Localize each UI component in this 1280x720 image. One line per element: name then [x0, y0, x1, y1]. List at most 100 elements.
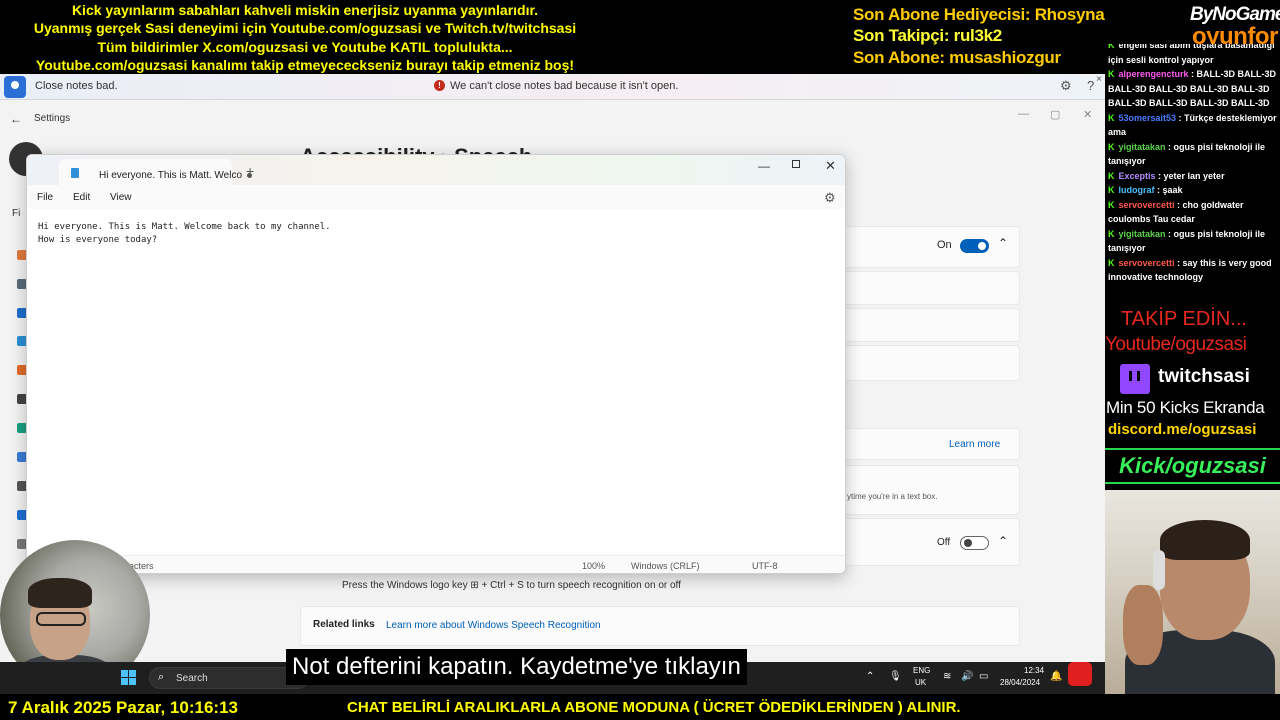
chat-text: şaak [1162, 185, 1183, 195]
desktop: Close notes bad. ! We can't close notes … [0, 74, 1105, 662]
chevron-up-icon[interactable]: ⌃ [998, 236, 1008, 250]
find-setting-input[interactable]: Fi [12, 208, 20, 219]
twitch-icon [1120, 364, 1150, 394]
notepad-icon [71, 168, 79, 178]
microphone-icon[interactable]: 🎙 [889, 671, 902, 682]
search-icon: ⌕ [158, 671, 165, 683]
chat-message: Kyigitatakan : ogus pisi teknoloji ile t… [1108, 228, 1266, 254]
menu-file[interactable]: File [37, 192, 53, 203]
bottom-ticker: 7 Aralık 2025 Pazar, 10:16:13 CHAT BELİR… [0, 694, 1280, 720]
clock-time[interactable]: 12:34 [1024, 666, 1044, 675]
kick-handle: Kick/oguzsasi [1105, 448, 1280, 484]
menu-edit[interactable]: Edit [73, 192, 90, 203]
close-icon[interactable]: ✕ [825, 158, 836, 174]
volume-icon[interactable]: 🔊 [961, 671, 973, 682]
language-indicator[interactable]: ENG [913, 666, 930, 675]
chat-username[interactable]: servovercetti [1119, 258, 1175, 268]
new-tab-plus-icon[interactable]: + [246, 163, 254, 179]
textbox-hint: ytime you're in a text box. [847, 492, 938, 501]
zoom-level: 100% [582, 561, 606, 571]
twitch-handle: twitchsasi [1158, 366, 1250, 387]
voice-access-toggle[interactable] [960, 239, 989, 253]
clock-date[interactable]: 28/04/2024 [1000, 678, 1040, 687]
close-icon[interactable]: × [1096, 74, 1102, 85]
kicks-notice: Min 50 Kicks Ekranda [1106, 398, 1265, 417]
search-label: Search [176, 673, 208, 684]
webcam-right [1105, 490, 1280, 694]
chat-notice: CHAT BELİRLİ ARALIKLARLA ABONE MODUNA ( … [347, 699, 961, 716]
kick-badge-icon: K [1108, 69, 1115, 79]
banner-line-1: Kick yayınlarım sabahları kahveli miskin… [71, 2, 539, 18]
chat-username[interactable]: Exceptis [1119, 171, 1156, 181]
keyboard-layout[interactable]: UK [915, 678, 926, 687]
chat-username[interactable]: alperengencturk [1119, 69, 1189, 79]
windows-start-icon[interactable] [121, 670, 137, 686]
chat-text: yeter lan yeter [1163, 170, 1225, 181]
encoding: UTF-8 [752, 561, 778, 571]
related-links-card: Related links Learn more about Windows S… [300, 606, 1020, 646]
voice-access-bar: Close notes bad. ! We can't close notes … [0, 74, 1105, 100]
notepad-menubar: File Edit View ⚙ [27, 185, 845, 209]
shortcut-hint: Press the Windows logo key ⊞ + Ctrl + S … [342, 580, 681, 591]
kick-badge-icon: K [1108, 141, 1115, 152]
help-icon[interactable]: ? [1087, 78, 1094, 93]
maximize-icon[interactable]: ▢ [1050, 108, 1060, 121]
chat-message: Kengelli sasi abim tuşlara basamadığı iç… [1105, 44, 1280, 67]
chat-message: Kalperengencturk : BALL-3D BALL-3D BALL-… [1108, 69, 1277, 108]
menu-view[interactable]: View [110, 192, 132, 203]
wifi-icon[interactable]: ≋ [943, 671, 951, 682]
notepad-tab[interactable]: Hi everyone. This is Matt. Welcome [59, 159, 252, 185]
kick-badge-icon: K [1108, 185, 1115, 195]
youtube-handle: Youtube/oguzsasi [1105, 334, 1247, 355]
voice-error-message: We can't close notes bad because it isn'… [450, 80, 679, 92]
voice-command-text: Close notes bad. [35, 80, 118, 92]
toggle-state-label: On [937, 239, 952, 251]
notepad-tab-title: Hi everyone. This is Matt. Welcome [99, 170, 242, 181]
learn-more-link[interactable]: Learn more [949, 439, 1000, 450]
minimize-icon[interactable]: — [758, 159, 770, 173]
chat-message: K Exceptis : yeter lan yeter [1108, 170, 1225, 181]
chat-username[interactable]: yigitatakan [1119, 229, 1166, 239]
kick-badge-icon: K [1108, 170, 1115, 181]
last-subscriber: Son Abone: musashiozgur [853, 48, 1061, 67]
error-icon: ! [434, 80, 445, 91]
chat-username[interactable]: yigitatakan [1119, 142, 1166, 152]
last-gift-sub: Son Abone Hediyecisi: Rhosyna [853, 5, 1105, 24]
chevron-up-icon[interactable]: ⌃ [866, 671, 874, 682]
back-arrow-icon[interactable]: ← [10, 112, 22, 126]
battery-icon[interactable]: ▭ [979, 671, 988, 682]
chat-username[interactable]: ludograf [1119, 185, 1155, 195]
settings-titlebar: ← Settings — ▢ ✕ [0, 104, 1105, 132]
close-icon[interactable]: ✕ [1083, 108, 1092, 121]
chat-message: K 53omersait53 : Türkçe desteklemiyor ama [1108, 112, 1277, 138]
notepad-titlebar: Hi everyone. This is Matt. Welcome + — ✕ [27, 155, 845, 185]
maximize-icon[interactable] [792, 160, 800, 168]
kick-badge-icon: K [1108, 257, 1115, 268]
voice-access-icon[interactable] [4, 76, 26, 98]
last-follower: Son Takipçi: rul3k2 [853, 26, 1002, 45]
minimize-icon[interactable]: — [1018, 108, 1029, 120]
chat-username[interactable]: 53omersait53 [1119, 113, 1177, 123]
chat-panel: Kengelli sasi abim tuşlara basamadığı iç… [1105, 44, 1280, 306]
notification-bell-icon[interactable]: 🔔 [1050, 671, 1062, 682]
gear-icon[interactable]: ⚙ [824, 190, 836, 206]
chat-message: Kservovercetti : cho goldwater coulombs … [1108, 199, 1244, 225]
stream-banner: Kick yayınlarım sabahları kahveli miskin… [0, 0, 1280, 74]
kick-badge-icon: K [1108, 44, 1115, 50]
promo-panel: TAKİP EDİN... Youtube/oguzsasi twitchsas… [1105, 306, 1280, 490]
chevron-up-icon[interactable]: ⌃ [998, 534, 1008, 548]
stream-datetime: 7 Aralık 2025 Pazar, 10:16:13 [8, 698, 238, 717]
banner-line-4: Youtube.com/oguzsasi kanalımı takip etme… [35, 57, 575, 73]
chat-username[interactable]: servovercetti [1119, 200, 1175, 210]
gear-icon[interactable]: ⚙ [1060, 78, 1072, 94]
line-ending: Windows (CRLF) [631, 561, 700, 571]
subtitle-caption: Not defterini kapatın. Kaydetme'ye tıkla… [286, 649, 747, 685]
speech-recognition-toggle[interactable] [960, 536, 989, 550]
toggle-state-label: Off [937, 537, 951, 548]
related-link[interactable]: Learn more about Windows Speech Recognit… [386, 620, 601, 631]
youtube-icon [1068, 662, 1092, 686]
taskbar-search[interactable]: ⌕ Search [149, 667, 309, 689]
notepad-text-area[interactable]: Hi everyone. This is Matt. Welcome back … [38, 221, 331, 247]
follow-heading: TAKİP EDİN... [1121, 308, 1247, 330]
notepad-statusbar: aracters 100% Windows (CRLF) UTF-8 [27, 555, 845, 573]
